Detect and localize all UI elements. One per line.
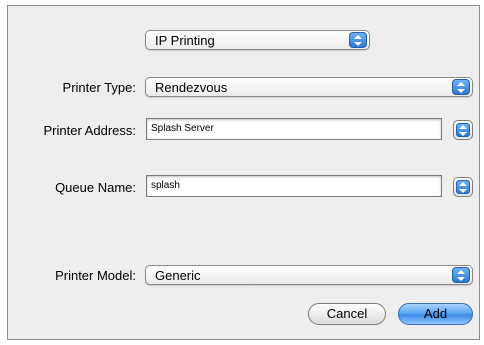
- printer-address-label: Printer Address:: [43, 123, 137, 138]
- printer-type-popup[interactable]: Rendezvous: [145, 77, 473, 97]
- cancel-button[interactable]: Cancel: [308, 303, 386, 325]
- add-printer-panel: IP Printing Printer Type: Rendezvous Pri…: [7, 5, 480, 340]
- printer-address-field[interactable]: Splash Server: [146, 118, 442, 140]
- queue-name-field[interactable]: splash: [146, 175, 442, 197]
- connection-type-popup[interactable]: IP Printing: [145, 30, 370, 50]
- popup-arrows-icon: [452, 267, 470, 283]
- printer-type-value: Rendezvous: [155, 80, 228, 95]
- queue-name-popup-button[interactable]: [453, 177, 473, 197]
- printer-type-label: Printer Type:: [62, 80, 136, 95]
- connection-type-value: IP Printing: [155, 33, 215, 48]
- popup-arrows-icon: [349, 32, 367, 48]
- queue-name-value: splash: [151, 180, 180, 191]
- queue-name-label: Queue Name:: [55, 180, 136, 195]
- printer-model-popup[interactable]: Generic: [145, 265, 473, 285]
- popup-arrows-icon: [456, 180, 470, 194]
- printer-address-value: Splash Server: [151, 123, 214, 134]
- printer-model-value: Generic: [155, 268, 201, 283]
- printer-model-label: Printer Model:: [55, 268, 136, 283]
- popup-arrows-icon: [456, 123, 470, 137]
- printer-address-popup-button[interactable]: [453, 120, 473, 140]
- add-button[interactable]: Add: [398, 303, 473, 325]
- popup-arrows-icon: [452, 79, 470, 95]
